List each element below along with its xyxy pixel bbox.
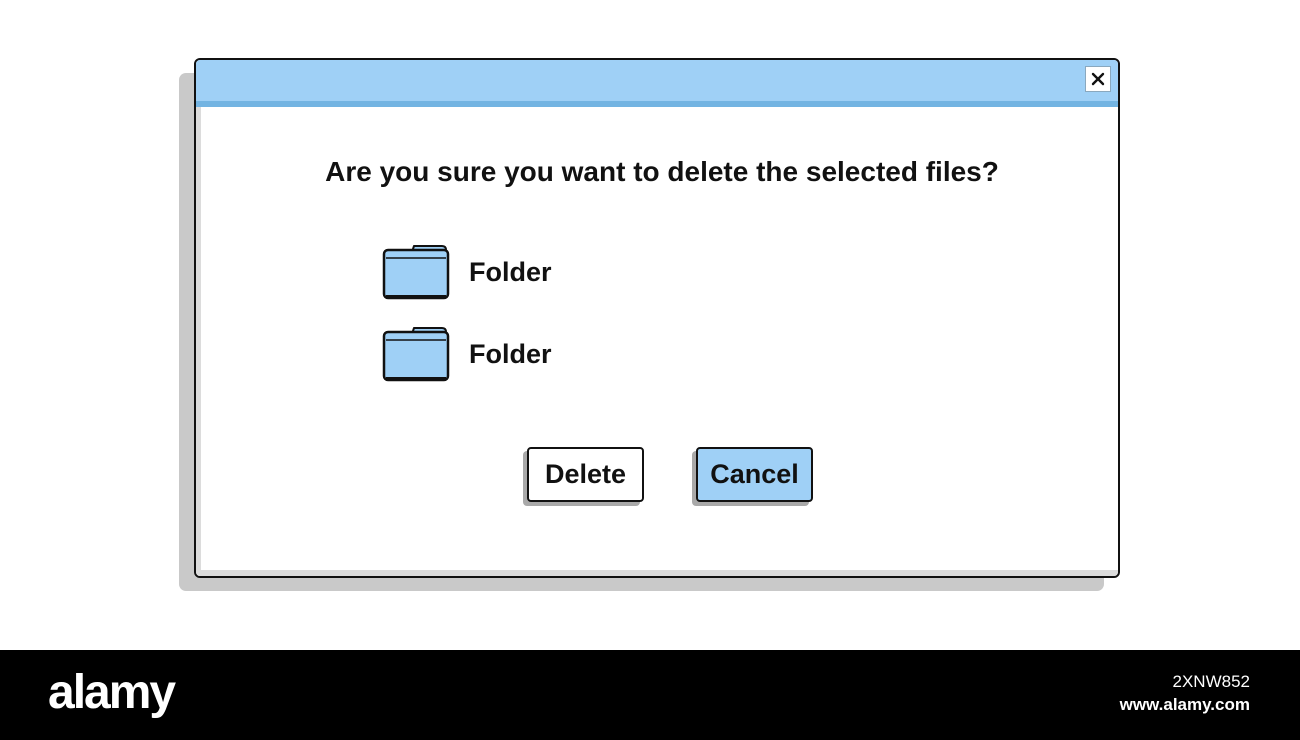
dialog-title-bar[interactable] [196, 60, 1118, 107]
close-button[interactable] [1085, 66, 1111, 92]
close-icon [1091, 72, 1105, 86]
dialog-inner-edge-bottom [196, 570, 1118, 576]
cancel-button-group: Cancel [692, 447, 813, 506]
delete-button[interactable]: Delete [527, 447, 644, 502]
file-label: Folder [469, 338, 552, 369]
folder-icon [382, 327, 450, 382]
cancel-button[interactable]: Cancel [696, 447, 813, 502]
confirmation-message: Are you sure you want to delete the sele… [325, 156, 999, 187]
file-list-item: Folder [382, 242, 552, 302]
watermark-image-id: 2XNW852 [1172, 672, 1250, 691]
folder-icon [382, 245, 450, 300]
watermark-logo: alamy [48, 666, 176, 719]
confirm-delete-dialog: Are you sure you want to delete the sele… [194, 58, 1120, 578]
delete-button-group: Delete [523, 447, 644, 506]
file-list-item: Folder [382, 324, 552, 384]
watermark-url: www.alamy.com [1119, 695, 1250, 714]
watermark-footer: alamy 2XNW852 www.alamy.com [0, 650, 1300, 740]
file-label: Folder [469, 256, 552, 287]
